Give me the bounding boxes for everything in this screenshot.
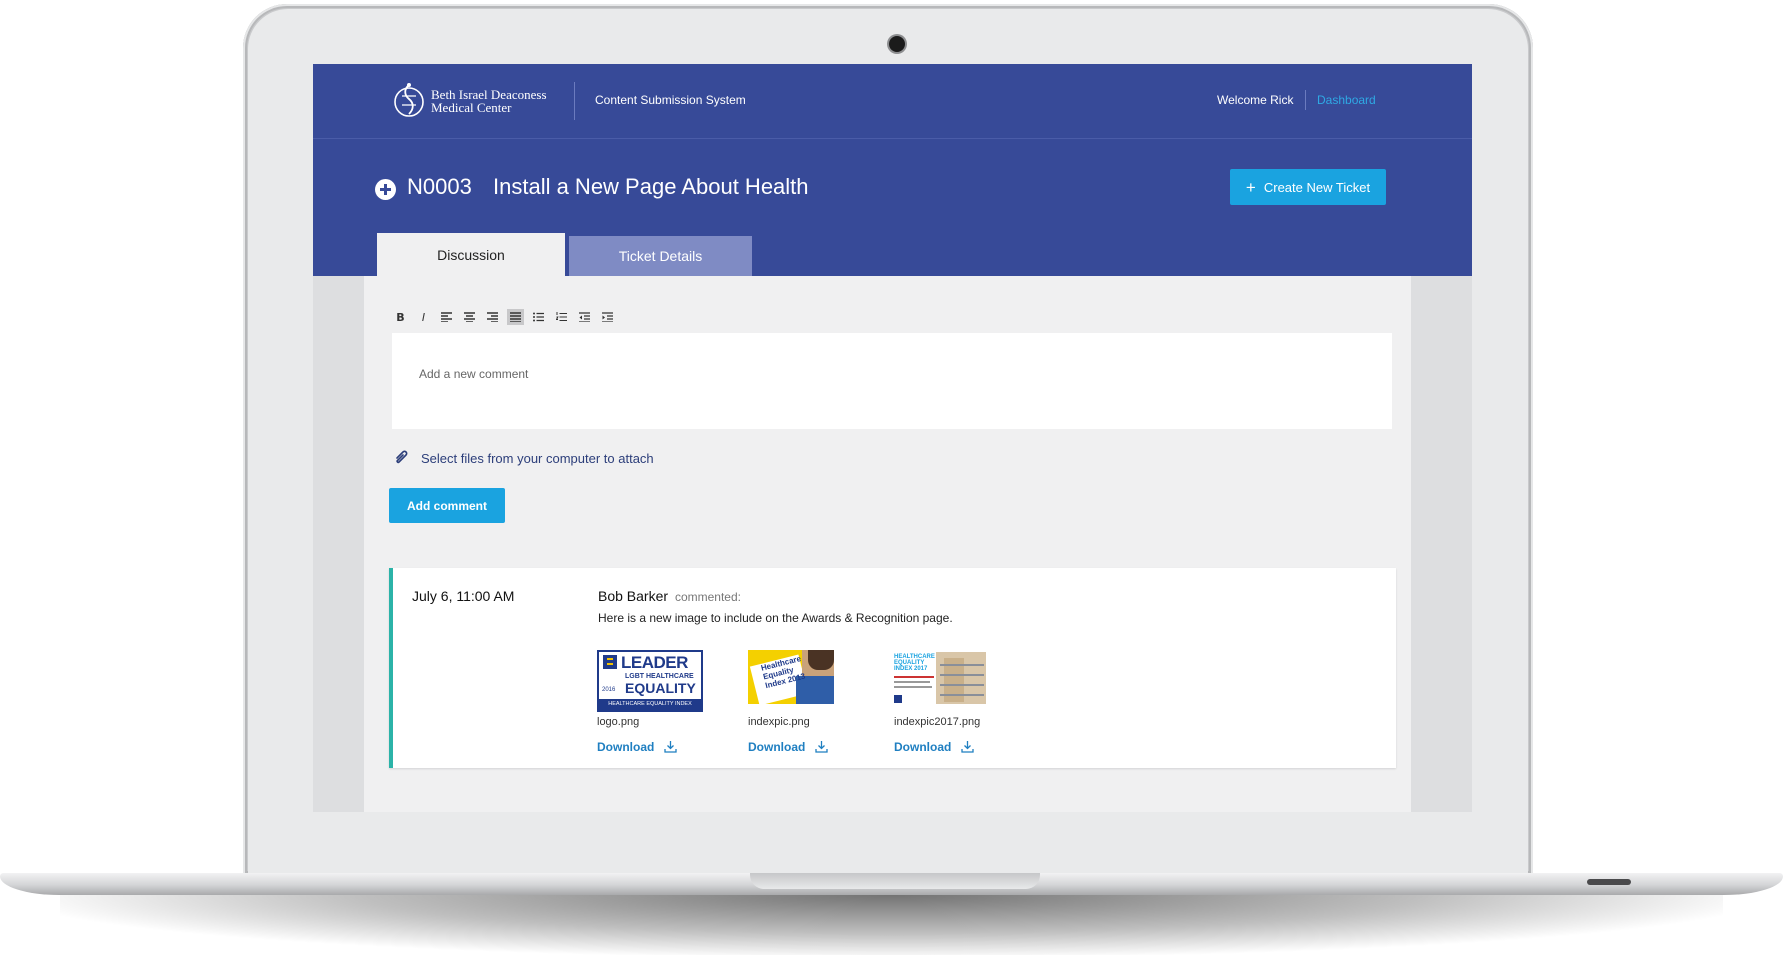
download-icon [664,741,677,753]
align-center-icon[interactable] [461,309,478,325]
bullet-list-icon[interactable] [530,309,547,325]
org-name-line2: Medical Center [431,100,512,115]
attachment-thumbnail[interactable]: Healthcare Equality Index 2013 [748,650,834,704]
ticket-header: N0003 Install a New Page About Health + … [313,139,1472,276]
attach-files-link[interactable]: Select files from your computer to attac… [391,448,654,468]
thumb-equality-text: EQUALITY [625,680,696,696]
thumb-hei2017-line3: INDEX 2017 [894,666,928,672]
indent-icon[interactable] [599,309,616,325]
attachment-filename: indexpic.png [748,716,810,728]
download-link[interactable]: Download [597,740,717,754]
attachment-filename: indexpic2017.png [894,716,981,728]
download-label: Download [597,740,655,754]
thumb-hei-text: HEALTHCARE EQUALITY INDEX [599,699,701,710]
thumb-leader-text: LEADER [621,653,688,672]
comment-date: July 6, 11:00 AM [412,588,515,604]
comment-placeholder: Add a new comment [419,367,529,381]
attachment-thumbnail[interactable]: LEADER LGBT HEALTHCARE EQUALITY 2016 HEA… [597,650,703,712]
download-link[interactable]: Download [748,740,868,754]
tab-ticket-details[interactable]: Ticket Details [569,236,752,276]
app-screen: Beth Israel Deaconess Medical Center Con… [313,64,1472,812]
thumb-lgbt-text: LGBT HEALTHCARE [625,673,694,680]
attach-files-text: Select files from your computer to attac… [421,450,654,466]
tab-discussion-label: Discussion [437,246,505,263]
camera-icon [889,36,905,52]
download-icon [961,741,974,753]
comment-text: Here is a new image to include on the Aw… [598,611,953,625]
tab-discussion[interactable]: Discussion [377,233,565,276]
comment-card: July 6, 11:00 AM Bob Barker commented: H… [389,568,1396,768]
create-new-ticket-label: Create New Ticket [1263,179,1371,195]
org-name: Beth Israel Deaconess Medical Center [431,88,571,114]
bold-button[interactable]: B [392,309,409,325]
top-navbar: Beth Israel Deaconess Medical Center Con… [313,64,1472,139]
download-link[interactable]: Download [894,740,1014,754]
attachment-thumbnail[interactable]: HEALTHCARE EQUALITY INDEX 2017 [894,650,986,704]
download-label: Download [748,740,806,754]
editor-toolbar: B I [392,309,616,325]
thumb-year-text: 2016 [602,687,616,693]
numbered-list-icon[interactable] [553,309,570,325]
laptop-notch [750,873,1040,889]
create-new-ticket-button[interactable]: + Create New Ticket [1230,169,1386,205]
paperclip-icon [396,450,408,464]
system-name: Content Submission System [595,93,746,107]
attachment-item: LEADER LGBT HEALTHCARE EQUALITY 2016 HEA… [597,650,717,754]
align-right-icon[interactable] [484,309,501,325]
comment-verb: commented: [674,590,741,604]
dashboard-link[interactable]: Dashboard [1317,93,1376,107]
laptop-port [1587,879,1631,885]
attachment-item: HEALTHCARE EQUALITY INDEX 2017 indexpic2… [894,650,1014,754]
welcome-text: Welcome Rick [1217,93,1294,107]
comment-input[interactable]: Add a new comment [392,333,1392,429]
ticket-title: Install a New Page About Health [493,174,809,199]
nav-divider [1305,90,1306,110]
attachment-filename: logo.png [597,716,640,728]
plus-circle-icon [375,179,396,200]
comment-author: Bob Barker commented: [598,588,741,604]
header-divider [574,82,575,120]
italic-button[interactable]: I [415,309,432,325]
plus-icon: + [1245,177,1256,197]
add-comment-button[interactable]: Add comment [389,488,505,523]
align-left-icon[interactable] [438,309,455,325]
comment-author-name: Bob Barker [598,588,669,604]
tab-ticket-details-label: Ticket Details [618,248,703,264]
thumb-hei2017-text: HEALTHCARE EQUALITY INDEX 2017 [894,654,935,672]
ticket-id: N0003 [407,174,472,199]
download-icon [815,741,828,753]
attachment-item: Healthcare Equality Index 2013 indexpic.… [748,650,868,754]
outdent-icon[interactable] [576,309,593,325]
download-label: Download [894,740,952,754]
discussion-panel: B I Add a new comment Select files from … [364,276,1411,812]
bidmc-logo-icon [394,83,424,117]
laptop-shadow [60,895,1723,955]
justify-icon[interactable] [507,309,524,325]
